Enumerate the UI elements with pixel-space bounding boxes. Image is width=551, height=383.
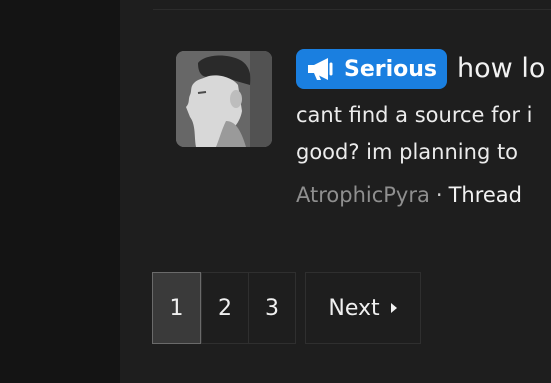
next-label: Next: [328, 295, 380, 321]
caret-right-icon: [390, 302, 398, 314]
avatar[interactable]: [176, 51, 272, 147]
serious-badge[interactable]: Serious: [296, 49, 448, 89]
next-page-button[interactable]: Next: [305, 272, 421, 344]
thread-title-link[interactable]: how lo: [457, 49, 545, 89]
left-sidebar-background: [0, 0, 120, 383]
page-number-group: 1 2 3: [152, 272, 296, 344]
divider: [153, 9, 551, 10]
page-button-1[interactable]: 1: [152, 272, 201, 344]
badge-label: Serious: [344, 56, 438, 82]
thread-list-panel: Serious how lo cant find a source for i …: [120, 0, 551, 383]
pagination: 1 2 3 Next: [152, 272, 421, 344]
thread-snippet-line-1: cant find a source for i: [296, 103, 533, 127]
thread-meta: AtrophicPyra · Thread: [296, 180, 522, 210]
author-link[interactable]: AtrophicPyra: [296, 183, 430, 207]
thread-type-label: Thread: [448, 183, 522, 207]
meta-separator: ·: [435, 183, 443, 207]
avatar-image: [176, 51, 272, 147]
page-button-3[interactable]: 3: [248, 273, 295, 343]
thread-snippet-line-2: good? im planning to: [296, 140, 519, 164]
page-button-2[interactable]: 2: [201, 273, 248, 343]
thread-title-row: Serious how lo: [296, 48, 545, 90]
megaphone-icon: [306, 57, 336, 81]
